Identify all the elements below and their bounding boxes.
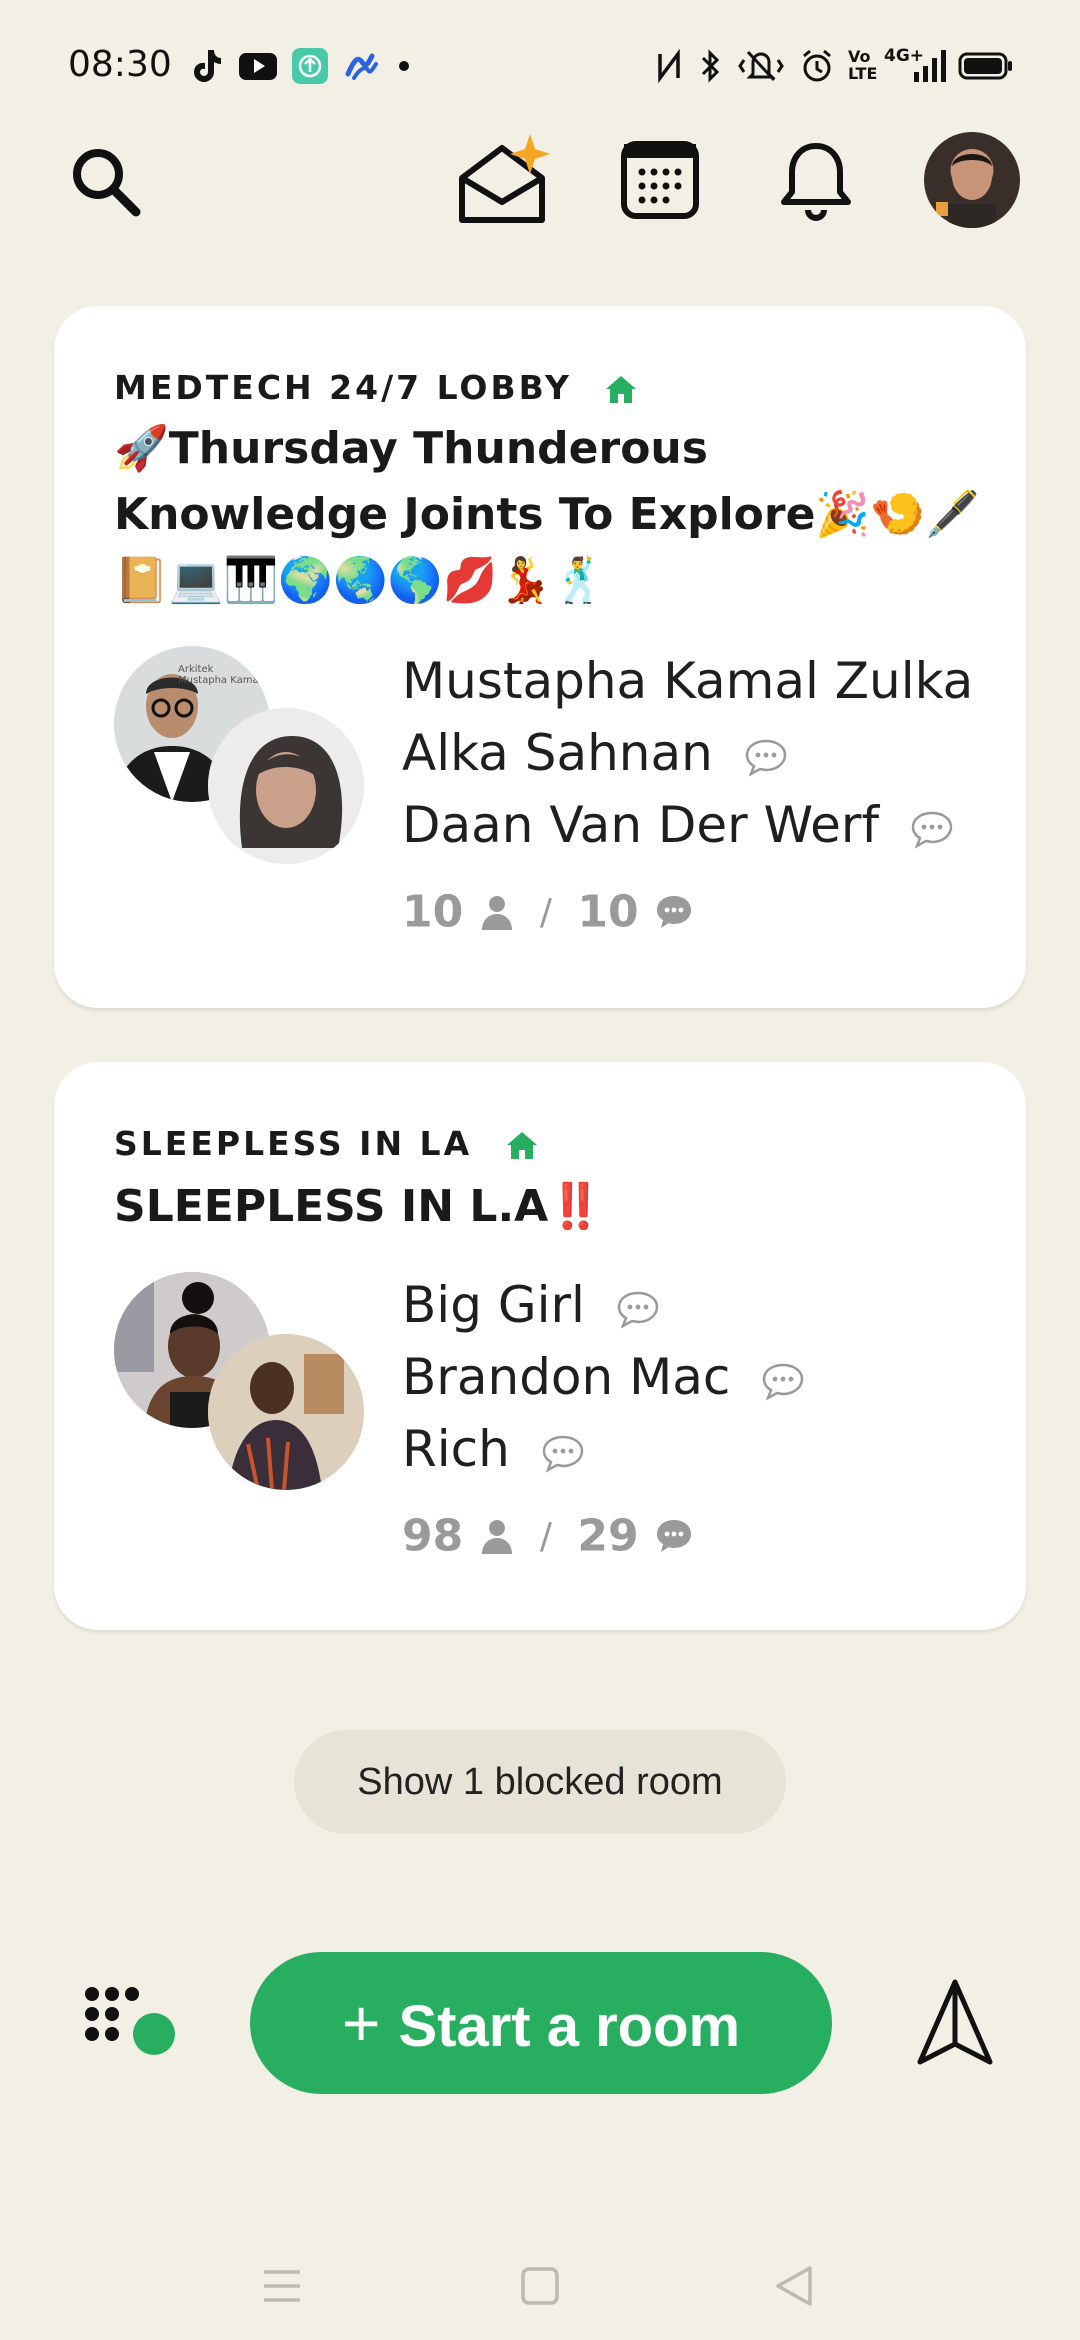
room-counts: 98 / 29 (402, 1508, 694, 1562)
pen-app-icon (345, 53, 378, 80)
speech-bubble-icon (617, 1291, 659, 1329)
listener-count: 10 (402, 886, 464, 938)
plus-icon: + (341, 1986, 381, 2060)
dots-grid-icon[interactable] (84, 1986, 180, 2058)
speaker-row: Daan Van Der Werf (402, 796, 955, 854)
home-nav-icon[interactable] (520, 2266, 560, 2306)
search-icon[interactable] (66, 142, 146, 222)
dot-icon (399, 61, 409, 71)
speaker-name: Rich (402, 1420, 510, 1478)
bell-icon[interactable] (776, 136, 856, 224)
count-separator: / (539, 891, 553, 933)
speaker-row: Brandon Mac (402, 1348, 806, 1406)
speaker-row: Big Girl (402, 1276, 661, 1334)
person-icon (481, 1520, 512, 1554)
chat-bubble-icon (656, 1520, 691, 1552)
tiktok-icon (194, 50, 221, 82)
speaker-count: 10 (577, 886, 639, 938)
speech-bubble-icon (763, 1363, 804, 1401)
calendar-icon[interactable] (618, 138, 702, 222)
bluetooth-icon (701, 49, 720, 83)
listener-count: 98 (402, 1510, 464, 1562)
system-nav-bar (0, 2220, 1080, 2340)
back-icon[interactable] (774, 2264, 814, 2308)
battery-icon (958, 52, 1012, 80)
room-counts: 10 / 10 (402, 884, 694, 938)
signal-icon (914, 50, 946, 82)
club-name: MEDTECH 24/7 LOBBY (114, 368, 638, 407)
speaker-name: Big Girl (402, 1276, 585, 1334)
profile-avatar[interactable] (924, 132, 1020, 228)
speech-bubble-icon (542, 1435, 583, 1473)
status-time: 08:30 (68, 44, 172, 85)
speaker-name: Mustapha Kamal Zulka (402, 652, 974, 710)
speaker-row: Alka Sahnan (402, 724, 789, 782)
speaker-row: Rich (402, 1420, 586, 1478)
start-room-button[interactable]: + Start a room (250, 1952, 832, 2094)
speaker-name: Alka Sahnan (402, 724, 713, 782)
invite-envelope-icon[interactable] (454, 130, 558, 226)
speaker-name: Daan Van Der Werf (402, 796, 880, 854)
room-title: 🚀Thursday Thunderous Knowledge Joints To… (114, 423, 980, 606)
avatar-caption: Arkitek Mustapha Kamal (178, 664, 262, 686)
alarm-icon (803, 49, 831, 82)
speaker-avatar (208, 1334, 364, 1490)
speaker-avatar (208, 708, 364, 864)
home-icon (606, 375, 637, 403)
upload-app-icon (292, 48, 328, 84)
room-title: SLEEPLESS IN L.A‼️ (114, 1181, 604, 1232)
speaker-count: 29 (577, 1510, 639, 1562)
speaker-name: Brandon Mac (402, 1348, 731, 1406)
menu-icon[interactable] (262, 2268, 302, 2304)
chat-bubble-icon (656, 896, 691, 928)
nfc-icon (658, 48, 680, 84)
home-icon (506, 1131, 537, 1159)
youtube-icon (239, 53, 277, 80)
start-room-label: Start a room (398, 1994, 741, 2059)
paper-plane-icon[interactable] (912, 1976, 998, 2072)
count-separator: / (539, 1515, 553, 1557)
speech-bubble-icon (745, 739, 786, 777)
vibrate-icon (738, 50, 784, 82)
show-blocked-rooms-button[interactable]: Show 1 blocked room (294, 1730, 786, 1834)
status-bar: 08:30 Vo LTE 4G+ (0, 0, 1080, 130)
club-name: SLEEPLESS IN LA (114, 1124, 539, 1163)
volte-icon: Vo LTE (848, 47, 878, 83)
speech-bubble-icon (911, 811, 953, 849)
person-icon (481, 896, 512, 930)
